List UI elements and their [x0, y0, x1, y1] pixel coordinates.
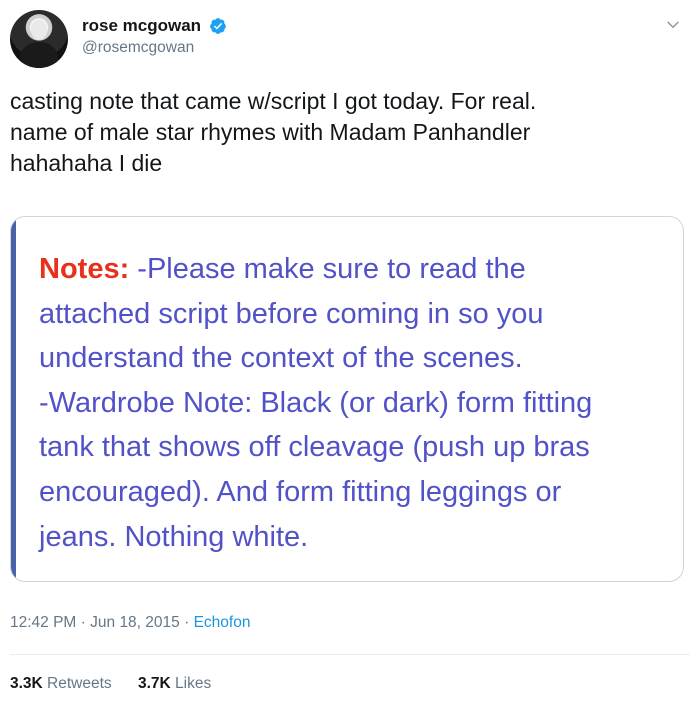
avatar-face — [31, 20, 47, 40]
tweet-date[interactable]: Jun 18, 2015 — [90, 614, 180, 631]
handle[interactable]: @rosemcgowan — [82, 39, 227, 57]
tweet-text: casting note that came w/script I got to… — [10, 86, 680, 179]
tweet-header: rose mcgowan @rosemcgowan — [10, 10, 690, 70]
meta-separator: · — [179, 614, 194, 631]
notes-label: Notes: — [39, 253, 130, 285]
image-line: understand the context of the scenes. — [39, 342, 523, 375]
image-line: tank that shows off cleavage (push up br… — [39, 431, 590, 464]
image-line: Notes: -Please make sure to read the — [39, 247, 664, 292]
tweet-line: hahahaha I die — [10, 150, 163, 176]
author-names: rose mcgowan @rosemcgowan — [82, 16, 227, 57]
image-line: -Wardrobe Note: Black (or dark) form fit… — [39, 386, 593, 419]
retweets-label: Retweets — [42, 675, 112, 692]
avatar-body — [20, 42, 58, 68]
divider — [10, 654, 690, 655]
tweet-meta: 12:42 PM · Jun 18, 2015 · Echofon — [10, 614, 250, 632]
tweet-line: name of male star rhymes with Madam Panh… — [10, 119, 531, 145]
image-line: jeans. Nothing white. — [39, 520, 309, 553]
likes-stat[interactable]: 3.7K Likes — [138, 675, 211, 693]
verified-badge-icon — [209, 18, 226, 34]
attached-image[interactable]: Notes: -Please make sure to read the att… — [10, 216, 684, 582]
likes-label: Likes — [170, 675, 212, 692]
chevron-down-icon[interactable] — [664, 16, 682, 34]
tweet-time[interactable]: 12:42 PM — [10, 614, 76, 631]
avatar[interactable] — [10, 10, 68, 68]
display-name[interactable]: rose mcgowan — [82, 16, 201, 36]
likes-count: 3.7K — [137, 675, 171, 692]
image-line: encouraged). And form fitting leggings o… — [39, 475, 562, 508]
retweets-stat[interactable]: 3.3K Retweets — [10, 675, 112, 693]
image-line: attached script before coming in so you — [39, 297, 544, 330]
image-text: Notes: -Please make sure to read the att… — [39, 247, 664, 559]
image-accent-bar — [11, 217, 16, 581]
meta-separator: · — [76, 614, 91, 631]
tweet-line: casting note that came w/script I got to… — [10, 88, 537, 114]
retweets-count: 3.3K — [10, 675, 43, 692]
tweet-source-link[interactable]: Echofon — [194, 614, 251, 631]
tweet-stats: 3.3K Retweets 3.7K Likes — [10, 675, 233, 693]
image-line-text: -Please make sure to read the — [129, 253, 526, 285]
